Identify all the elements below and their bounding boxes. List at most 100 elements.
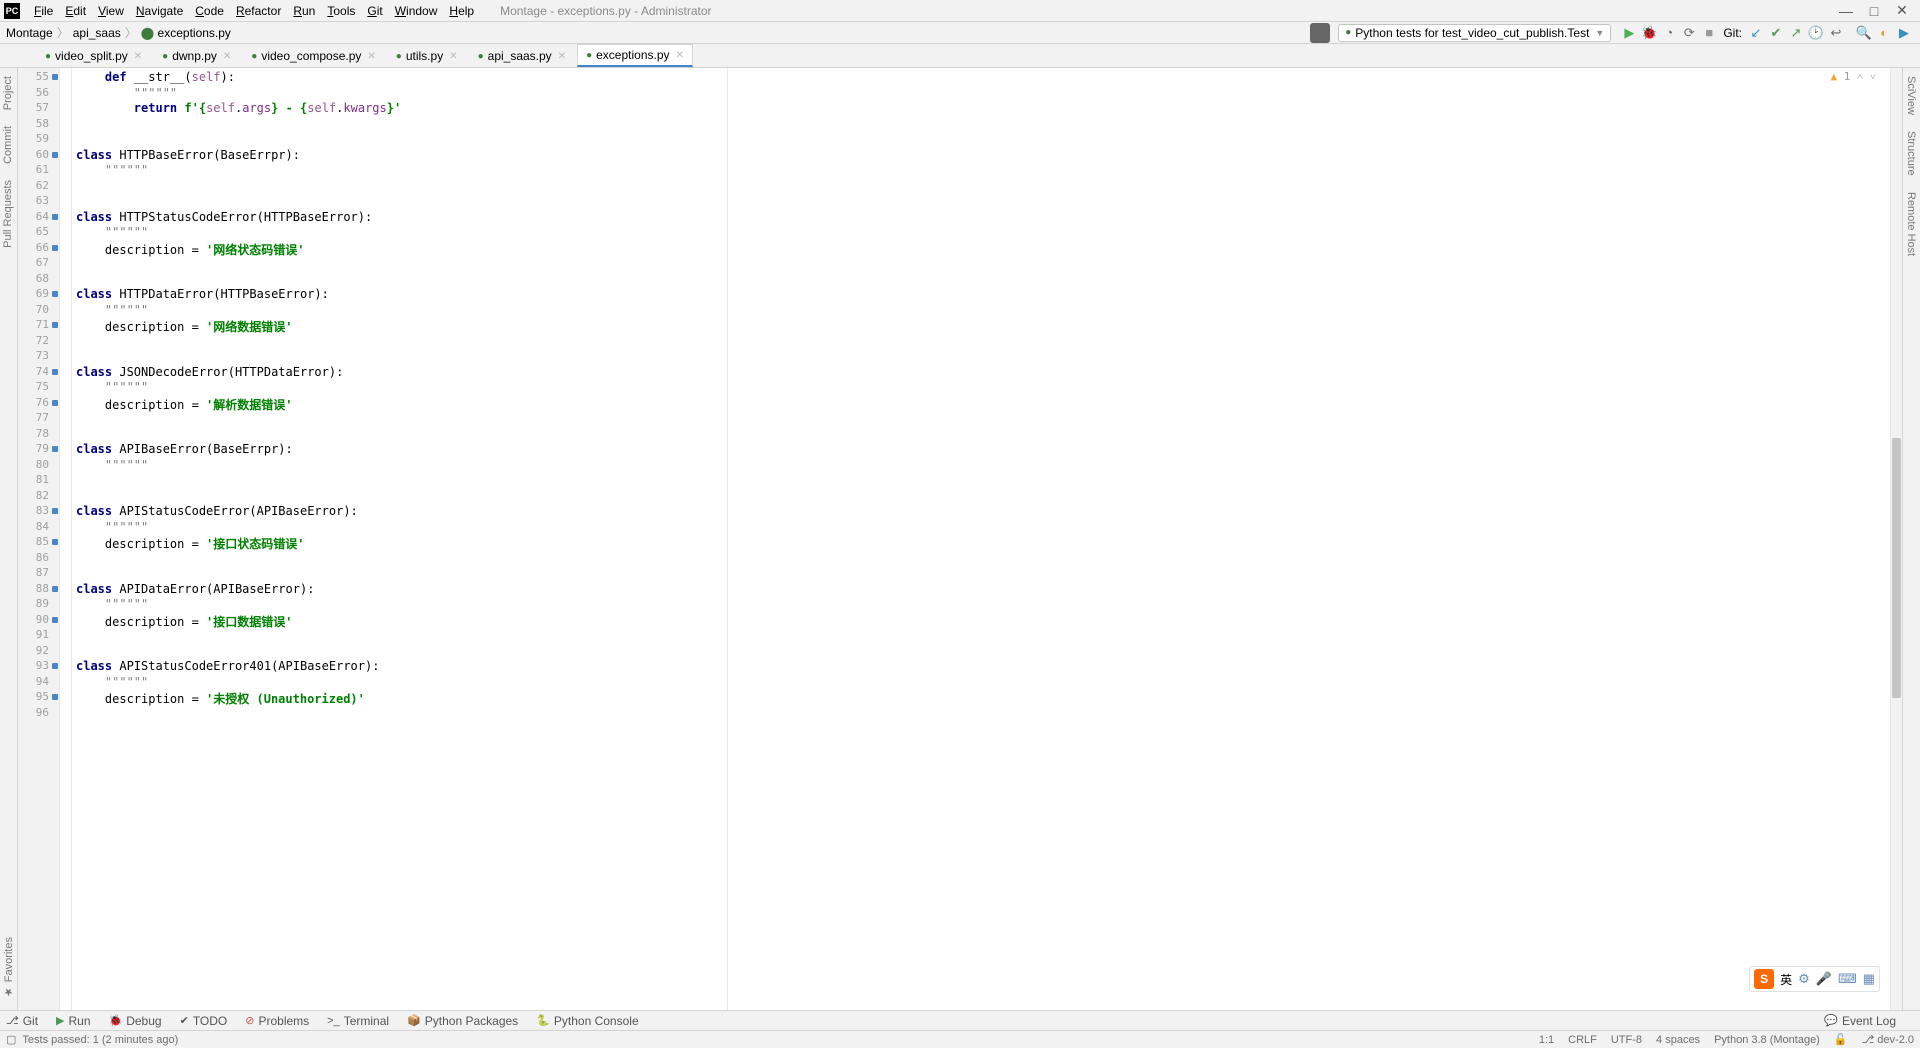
- menu-navigate[interactable]: Navigate: [130, 4, 189, 18]
- ide-settings-icon[interactable]: ◐: [1874, 25, 1894, 40]
- code-editor[interactable]: ▲ 1 ˄ ˅ def __str__(self): """""" return…: [72, 68, 1890, 1010]
- tool-tab-commit[interactable]: Commit: [0, 118, 16, 172]
- code-line[interactable]: class APIBaseError(BaseErrpr):: [72, 442, 1890, 458]
- gutter-marker-icon[interactable]: [52, 291, 58, 297]
- tool-run[interactable]: ▶Run: [56, 1014, 90, 1028]
- line-number[interactable]: 83: [18, 504, 59, 520]
- line-number[interactable]: 79: [18, 442, 59, 458]
- code-line[interactable]: [72, 179, 1890, 195]
- close-tab-icon[interactable]: ✕: [134, 51, 142, 62]
- debug-button[interactable]: 🐞: [1639, 25, 1659, 41]
- line-number[interactable]: 89: [18, 597, 59, 613]
- file-encoding[interactable]: UTF-8: [1611, 1034, 1642, 1046]
- event-log-button[interactable]: 💬 Event Log: [1824, 1014, 1896, 1028]
- python-interpreter[interactable]: Python 3.8 (Montage): [1714, 1034, 1820, 1046]
- code-line[interactable]: class HTTPStatusCodeError(HTTPBaseError)…: [72, 210, 1890, 226]
- line-number[interactable]: 78: [18, 427, 59, 443]
- avatar-icon[interactable]: [1310, 23, 1330, 43]
- code-line[interactable]: [72, 427, 1890, 443]
- line-number[interactable]: 72: [18, 334, 59, 350]
- git-commit-button[interactable]: ✔: [1766, 25, 1786, 41]
- run-configuration-selector[interactable]: ● Python tests for test_video_cut_publis…: [1338, 24, 1611, 42]
- line-number[interactable]: 93: [18, 659, 59, 675]
- line-number[interactable]: 76: [18, 396, 59, 412]
- code-line[interactable]: """""": [72, 303, 1890, 319]
- code-line[interactable]: def __str__(self):: [72, 70, 1890, 86]
- status-square-icon[interactable]: ▢: [6, 1033, 16, 1046]
- menu-run[interactable]: Run: [287, 4, 321, 18]
- gutter-marker-icon[interactable]: [52, 322, 58, 328]
- line-number[interactable]: 86: [18, 551, 59, 567]
- code-line[interactable]: return f'{self.args} - {self.kwargs}': [72, 101, 1890, 117]
- menu-tools[interactable]: Tools: [321, 4, 361, 18]
- tool-tab-sciview[interactable]: SciView: [1903, 68, 1919, 123]
- line-number[interactable]: 62: [18, 179, 59, 195]
- menu-code[interactable]: Code: [189, 4, 230, 18]
- maximize-button[interactable]: □: [1860, 3, 1888, 19]
- menu-edit[interactable]: Edit: [59, 4, 92, 18]
- tool-tab-structure[interactable]: Structure: [1903, 123, 1919, 184]
- profile-button[interactable]: ⟳: [1679, 25, 1699, 41]
- stop-button[interactable]: ■: [1699, 25, 1719, 40]
- code-line[interactable]: class APIDataError(APIBaseError):: [72, 582, 1890, 598]
- editor-tab[interactable]: ●exceptions.py✕: [577, 44, 693, 67]
- line-number[interactable]: 91: [18, 628, 59, 644]
- line-separator[interactable]: CRLF: [1568, 1034, 1597, 1046]
- line-number[interactable]: 71: [18, 318, 59, 334]
- menu-help[interactable]: Help: [443, 4, 480, 18]
- code-line[interactable]: [72, 272, 1890, 288]
- code-line[interactable]: [72, 706, 1890, 722]
- line-number[interactable]: 56: [18, 86, 59, 102]
- tool-git[interactable]: ⎇Git: [6, 1014, 38, 1028]
- code-line[interactable]: """""": [72, 163, 1890, 179]
- gutter-marker-icon[interactable]: [52, 586, 58, 592]
- close-tab-icon[interactable]: ✕: [367, 51, 375, 62]
- editor-tab[interactable]: ●video_split.py✕: [36, 45, 151, 67]
- code-line[interactable]: """""": [72, 675, 1890, 691]
- close-tab-icon[interactable]: ✕: [558, 51, 566, 62]
- code-line[interactable]: """""": [72, 86, 1890, 102]
- code-line[interactable]: """""": [72, 458, 1890, 474]
- line-number[interactable]: 57: [18, 101, 59, 117]
- line-number[interactable]: 90: [18, 613, 59, 629]
- minimize-button[interactable]: —: [1832, 3, 1860, 19]
- ime-grid-icon[interactable]: ▦: [1863, 971, 1875, 987]
- menu-git[interactable]: Git: [361, 4, 388, 18]
- gutter-marker-icon[interactable]: [52, 508, 58, 514]
- line-number[interactable]: 60: [18, 148, 59, 164]
- code-line[interactable]: """""": [72, 597, 1890, 613]
- gutter-marker-icon[interactable]: [52, 74, 58, 80]
- tool-terminal[interactable]: >_Terminal: [327, 1014, 389, 1028]
- line-number[interactable]: 64: [18, 210, 59, 226]
- code-line[interactable]: [72, 628, 1890, 644]
- line-number[interactable]: 80: [18, 458, 59, 474]
- fold-gutter[interactable]: [60, 68, 72, 1010]
- inspection-widget[interactable]: ▲ 1 ˄ ˅: [1830, 70, 1876, 83]
- gutter-marker-icon[interactable]: [52, 663, 58, 669]
- ime-keyboard-icon[interactable]: ⌨: [1838, 971, 1857, 987]
- code-line[interactable]: [72, 132, 1890, 148]
- line-number[interactable]: 81: [18, 473, 59, 489]
- code-line[interactable]: [72, 473, 1890, 489]
- lock-icon[interactable]: 🔓: [1834, 1033, 1848, 1046]
- code-line[interactable]: [72, 256, 1890, 272]
- code-line[interactable]: [72, 489, 1890, 505]
- code-line[interactable]: description = '接口数据错误': [72, 613, 1890, 629]
- code-line[interactable]: [72, 194, 1890, 210]
- line-number[interactable]: 61: [18, 163, 59, 179]
- gutter-marker-icon[interactable]: [52, 694, 58, 700]
- code-line[interactable]: description = '接口状态码错误': [72, 535, 1890, 551]
- line-number[interactable]: 92: [18, 644, 59, 660]
- line-number[interactable]: 75: [18, 380, 59, 396]
- tool-tab-remote-host[interactable]: Remote Host: [1903, 184, 1919, 264]
- favorites-tab[interactable]: ★ Favorites: [0, 929, 17, 1006]
- line-number[interactable]: 67: [18, 256, 59, 272]
- close-tab-icon[interactable]: ✕: [676, 50, 684, 61]
- code-line[interactable]: [72, 644, 1890, 660]
- code-line[interactable]: class APIStatusCodeError401(APIBaseError…: [72, 659, 1890, 675]
- indent-setting[interactable]: 4 spaces: [1656, 1034, 1700, 1046]
- gutter-marker-icon[interactable]: [52, 400, 58, 406]
- line-number[interactable]: 73: [18, 349, 59, 365]
- code-line[interactable]: """""": [72, 520, 1890, 536]
- line-number[interactable]: 59: [18, 132, 59, 148]
